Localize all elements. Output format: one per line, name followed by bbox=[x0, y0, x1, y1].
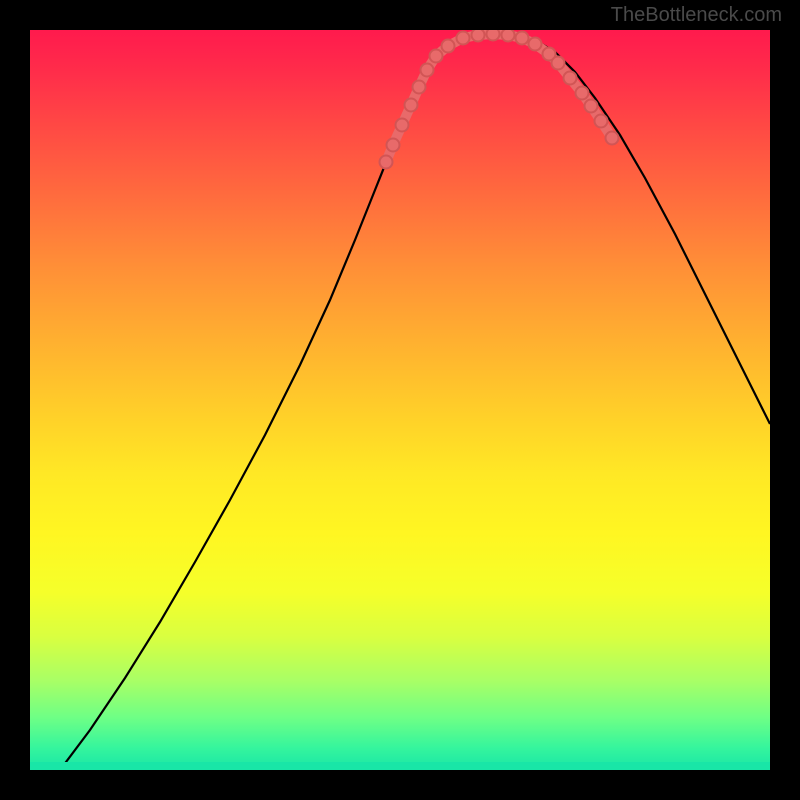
highlight-dot bbox=[457, 32, 470, 45]
chart-svg bbox=[30, 30, 770, 770]
highlight-dot bbox=[396, 119, 409, 132]
highlight-dot bbox=[516, 32, 529, 45]
highlight-dot bbox=[421, 64, 434, 77]
watermark: TheBottleneck.com bbox=[611, 4, 782, 27]
highlight-dot bbox=[564, 72, 577, 85]
highlight-dot bbox=[529, 38, 542, 51]
highlight-dot bbox=[552, 57, 565, 70]
highlight-dot bbox=[502, 30, 515, 42]
plot-area bbox=[30, 30, 770, 770]
base-band bbox=[30, 762, 770, 770]
highlight-dot bbox=[595, 115, 608, 128]
bottleneck-curve bbox=[60, 34, 770, 770]
highlight-dot bbox=[405, 99, 418, 112]
highlight-dot bbox=[576, 87, 589, 100]
highlight-dot bbox=[380, 156, 393, 169]
highlight-dot bbox=[387, 139, 400, 152]
highlight-dot bbox=[585, 100, 598, 113]
highlight-dots-group bbox=[380, 30, 619, 169]
highlight-dot bbox=[487, 30, 500, 41]
highlight-dot bbox=[413, 81, 426, 94]
highlight-dot bbox=[442, 40, 455, 53]
highlight-dot bbox=[472, 30, 485, 42]
highlight-dot bbox=[430, 50, 443, 63]
highlight-dot bbox=[606, 132, 619, 145]
